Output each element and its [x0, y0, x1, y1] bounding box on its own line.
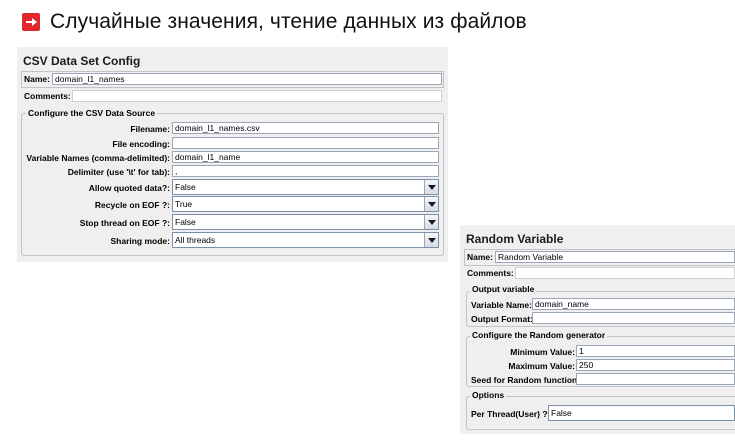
options-group-title: Options [470, 390, 507, 400]
variable-names-input[interactable]: domain_l1_name [172, 151, 439, 163]
allow-quoted-select[interactable]: False [172, 179, 439, 195]
slide-heading: Случайные значения, чтение данных из фай… [22, 8, 527, 36]
stop-thread-eof-select[interactable]: False [172, 214, 439, 230]
per-thread-select[interactable]: False [548, 405, 735, 421]
chevron-down-icon[interactable] [424, 233, 438, 247]
chevron-down-icon[interactable] [424, 180, 438, 194]
random-comments-label: Comments: [467, 268, 514, 278]
random-name-input[interactable]: Random Variable [495, 251, 735, 263]
csv-comments-label: Comments: [24, 91, 71, 101]
stop-thread-eof-value: False [175, 217, 196, 227]
random-generator-group-title: Configure the Random generator [470, 330, 608, 340]
maximum-value-input[interactable]: 250 [576, 359, 735, 371]
recycle-eof-label: Recycle on EOF ?: [94, 200, 170, 210]
maximum-value-label: Maximum Value: [508, 361, 575, 371]
variable-names-label: Variable Names (comma-delimited): [26, 153, 170, 163]
output-format-label: Output Format: [471, 314, 533, 324]
minimum-value-label: Minimum Value: [510, 347, 575, 357]
csv-data-set-config-panel: CSV Data Set Config Name: domain_l1_name… [17, 47, 448, 262]
per-thread-value: False [551, 408, 572, 418]
csv-name-input[interactable]: domain_l1_names [52, 73, 442, 85]
sharing-mode-value: All threads [175, 235, 216, 245]
arrow-right-box-icon [22, 13, 40, 31]
random-name-label: Name: [467, 252, 493, 262]
sharing-mode-label: Sharing mode: [110, 236, 170, 246]
per-thread-label: Per Thread(User) ?: [471, 409, 551, 419]
seed-input[interactable] [576, 373, 735, 385]
filename-label: Filename: [130, 124, 170, 134]
delimiter-label: Delimiter (use '\t' for tab): [67, 167, 170, 177]
chevron-down-icon[interactable] [424, 215, 438, 229]
csv-comments-input[interactable] [72, 90, 442, 102]
allow-quoted-value: False [175, 182, 196, 192]
stop-thread-eof-label: Stop thread on EOF ?: [79, 218, 170, 228]
chevron-down-icon[interactable] [424, 197, 438, 211]
seed-label: Seed for Random function: [471, 375, 581, 385]
delimiter-input[interactable]: , [172, 165, 439, 177]
variable-name-input[interactable]: domain_name [532, 298, 735, 310]
recycle-eof-value: True [175, 199, 193, 209]
random-variable-panel: Random Variable Name: Random Variable Co… [460, 225, 735, 434]
sharing-mode-select[interactable]: All threads [172, 232, 439, 248]
random-panel-title: Random Variable [466, 232, 564, 246]
variable-name-label: Variable Name: [471, 300, 532, 310]
recycle-eof-select[interactable]: True [172, 196, 439, 212]
csv-panel-title: CSV Data Set Config [23, 54, 141, 68]
csv-source-group-title: Configure the CSV Data Source [26, 108, 158, 118]
allow-quoted-label: Allow quoted data?: [88, 183, 170, 193]
random-comments-input[interactable] [515, 267, 735, 279]
slide-title: Случайные значения, чтение данных из фай… [50, 10, 527, 33]
file-encoding-input[interactable] [172, 137, 439, 149]
csv-name-label: Name: [24, 74, 50, 84]
file-encoding-label: File encoding: [112, 139, 170, 149]
output-format-input[interactable] [532, 312, 735, 324]
minimum-value-input[interactable]: 1 [576, 345, 735, 357]
output-variable-group-title: Output variable [470, 284, 537, 294]
filename-input[interactable]: domain_l1_names.csv [172, 122, 439, 134]
